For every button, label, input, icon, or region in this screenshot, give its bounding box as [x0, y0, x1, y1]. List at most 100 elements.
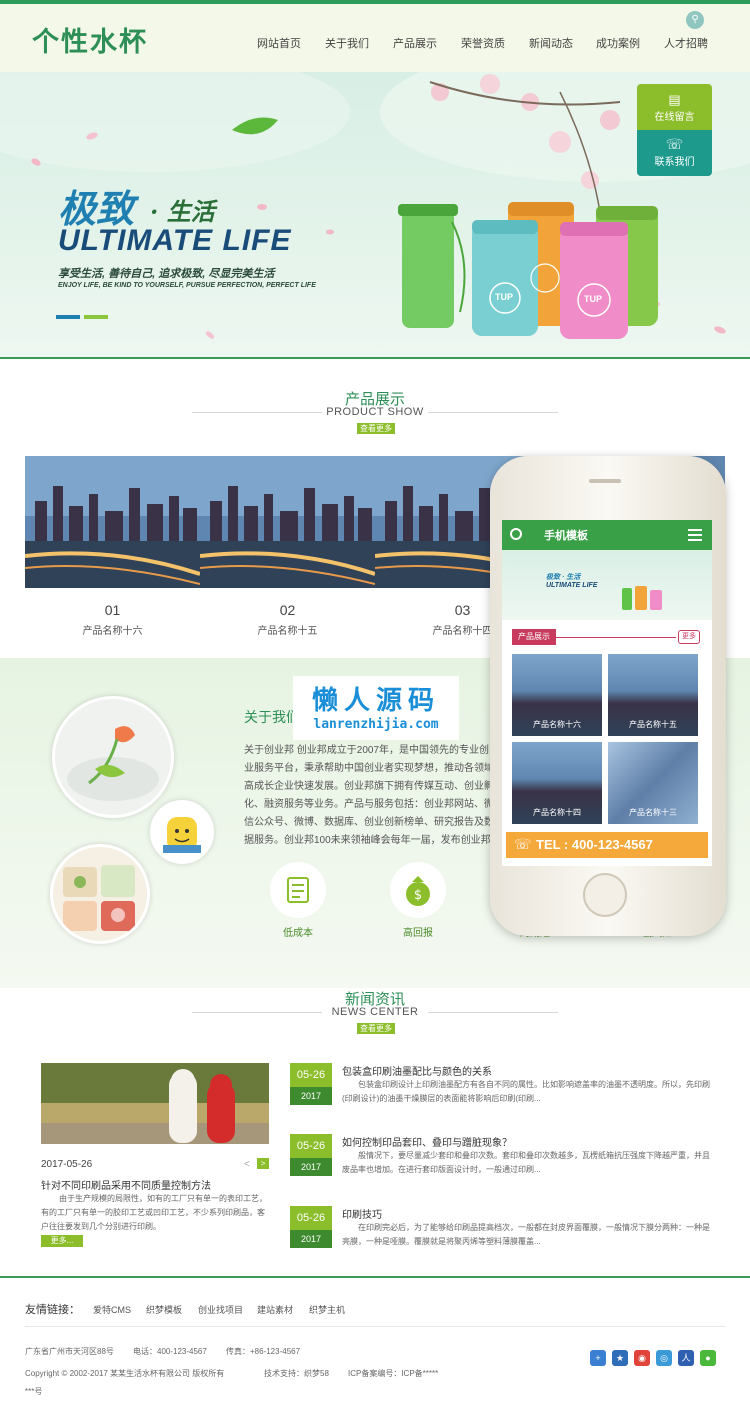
wechat-icon[interactable]: ● [700, 1350, 716, 1366]
renren-icon[interactable]: 人 [678, 1350, 694, 1366]
nav-item-products[interactable]: 产品展示 [393, 35, 437, 51]
phone-header [502, 520, 712, 550]
phone-speaker [589, 479, 621, 483]
high-return-icon: $ [390, 862, 446, 918]
nav-item-jobs[interactable]: 人才招聘 [664, 35, 708, 51]
phone-cup-2 [635, 586, 647, 610]
news-title-2[interactable]: 如何控制印品套印、叠印与蹭脏现象？ [342, 1134, 512, 1149]
watermark-badge: 懒人源码 lanrenzhijia.com [293, 676, 459, 740]
news-date-2: 05-26 2017 [290, 1134, 332, 1176]
phone-more-button[interactable]: 更多 [678, 630, 700, 644]
phone-icon: ☏ [665, 136, 684, 152]
product-name-1[interactable]: 产品名称十六 [25, 622, 200, 637]
low-cost-icon [270, 862, 326, 918]
product-image-1[interactable] [25, 456, 200, 588]
tencent-weibo-icon[interactable]: ◎ [656, 1350, 672, 1366]
news-title-1[interactable]: 包装盒印刷油墨配比与颜色的关系 [342, 1063, 492, 1078]
product-number-2: 02 [279, 602, 296, 618]
featured-news-more-button[interactable]: 更多... [41, 1235, 83, 1247]
news-date-1-yr: 2017 [290, 1087, 332, 1105]
news-date-1-md: 05-26 [290, 1063, 332, 1087]
footer-icp: ICP备案编号：ICP备***** [348, 1369, 439, 1378]
phone-search-icon[interactable] [510, 528, 522, 540]
about-text: 关于创业邦 创业邦成立于2007年，是中国领先的专业创业服务平台，秉承帮助中国创… [244, 745, 494, 846]
news-date-3: 05-26 2017 [290, 1206, 332, 1248]
phone-product-4-name: 产品名称十三 [629, 808, 677, 817]
watermark-en: lanrenzhijia.com [313, 717, 439, 732]
phone-title: 手机模板 [544, 530, 588, 542]
slogan-cn-2: · 生活 [150, 197, 215, 226]
search-icon[interactable]: ⚲ [686, 11, 704, 29]
news-desc-2: 般情况下，要尽量减少套印和叠印次数。套印和叠印次数越多，瓦楞纸箱抗压强度下降越严… [342, 1151, 710, 1174]
phone-product-3[interactable]: 产品名称十四 [512, 742, 602, 824]
featured-news-image[interactable] [41, 1063, 269, 1144]
message-icon: ▤ [668, 92, 681, 107]
friend-link-1[interactable]: 爱特CMS [93, 1303, 131, 1316]
friend-link-4[interactable]: 建站素材 [257, 1303, 293, 1316]
footer-divider [0, 1276, 750, 1278]
next-arrow-icon[interactable]: > [257, 1158, 269, 1169]
news-date-2-yr: 2017 [290, 1158, 332, 1176]
phone-product-4[interactable]: 产品名称十三 [608, 742, 698, 824]
phone-product-3-name: 产品名称十四 [533, 808, 581, 817]
footer-address: 广东省广州市天河区88号 [25, 1347, 114, 1356]
news-date-3-md: 05-26 [290, 1206, 332, 1230]
news-date-1: 05-26 2017 [290, 1063, 332, 1105]
phone-section-line [556, 637, 676, 638]
phone-banner: 极致 · 生活 ULTIMATE LIFE [502, 550, 712, 620]
feature-low-cost: 低成本 [283, 928, 313, 939]
featured-news-desc: 由于生产规模的局限性，如有的工厂只有单一的表印工艺，有的工厂只有单一的胶印工艺或… [41, 1194, 267, 1231]
about-image-mugs [50, 844, 150, 944]
phone-tel-bar[interactable]: TEL : 400-123-4567 ☏ [506, 832, 708, 858]
online-message-button[interactable]: ▤ 在线留言 [637, 84, 712, 130]
friend-link-5[interactable]: 织梦主机 [309, 1303, 345, 1316]
about-image-mascot [150, 800, 214, 864]
featured-news-title[interactable]: 针对不同印刷品采用不同质量控制方法 [41, 1177, 211, 1192]
nav-item-home[interactable]: 网站首页 [257, 35, 301, 51]
phone-call-icon: ☏ [514, 836, 532, 852]
feature-high-return: 高回报 [403, 928, 433, 939]
phone-cup-3 [650, 590, 662, 610]
slide-indicator[interactable] [84, 315, 108, 319]
products-more-button[interactable]: 查看更多 [357, 423, 395, 434]
footer-support: 技术支持：织梦58 [264, 1369, 329, 1378]
phone-cup-1 [622, 588, 632, 610]
friend-link-2[interactable]: 织梦模板 [146, 1303, 182, 1316]
phone-product-1-name: 产品名称十六 [533, 720, 581, 729]
featured-news-date: 2017-05-26 [41, 1159, 93, 1170]
product-name-2[interactable]: 产品名称十五 [200, 622, 375, 637]
product-image-2[interactable] [200, 456, 375, 588]
svg-text:$: $ [414, 888, 422, 903]
weibo-icon[interactable]: ◉ [634, 1350, 650, 1366]
cup-label-2: TUP [584, 294, 602, 304]
nav-item-cases[interactable]: 成功案例 [596, 35, 640, 51]
slogan-sub-en: ENJOY LIFE, BE KIND TO YOURSELF, PURSUE … [58, 282, 316, 289]
contact-us-button[interactable]: ☏ 联系我们 [637, 130, 712, 176]
phone-section-label: 产品展示 [512, 629, 556, 645]
slogan-en: ULTIMATE LIFE [58, 224, 292, 257]
product-number-1: 01 [104, 602, 121, 618]
phone-product-2-name: 产品名称十五 [629, 720, 677, 729]
news-date-2-md: 05-26 [290, 1134, 332, 1158]
nav-item-news[interactable]: 新闻动态 [529, 35, 573, 51]
footer-separator [25, 1326, 725, 1327]
slide-indicator-active[interactable] [56, 315, 80, 319]
friend-link-3[interactable]: 创业找项目 [198, 1303, 243, 1316]
nav-item-honors[interactable]: 荣誉资质 [461, 35, 505, 51]
nav-item-about[interactable]: 关于我们 [325, 35, 369, 51]
share-plus-icon[interactable]: + [590, 1350, 606, 1366]
phone-product-1[interactable]: 产品名称十六 [512, 654, 602, 736]
footer-icp-2: ***号 [25, 1387, 43, 1396]
qzone-star-icon[interactable]: ★ [612, 1350, 628, 1366]
news-desc-1: 包装盒印刷设计上印刷油墨配方有各自不同的属性。比如影响遮盖率的油墨不透明度。所以… [342, 1080, 710, 1103]
phone-product-2[interactable]: 产品名称十五 [608, 654, 698, 736]
news-more-button[interactable]: 查看更多 [357, 1023, 395, 1034]
site-logo[interactable]: 个性水杯 [32, 20, 148, 59]
prev-arrow-icon[interactable]: < [244, 1159, 250, 1170]
news-title-3[interactable]: 印刷技巧 [342, 1206, 382, 1221]
about-image-tulip [52, 696, 174, 818]
watermark-cn: 懒人源码 [311, 686, 440, 716]
phone-banner-cn: 极致 · 生活 [546, 574, 581, 581]
about-title: 关于我们 [244, 709, 300, 725]
phone-menu-icon[interactable] [688, 529, 702, 541]
